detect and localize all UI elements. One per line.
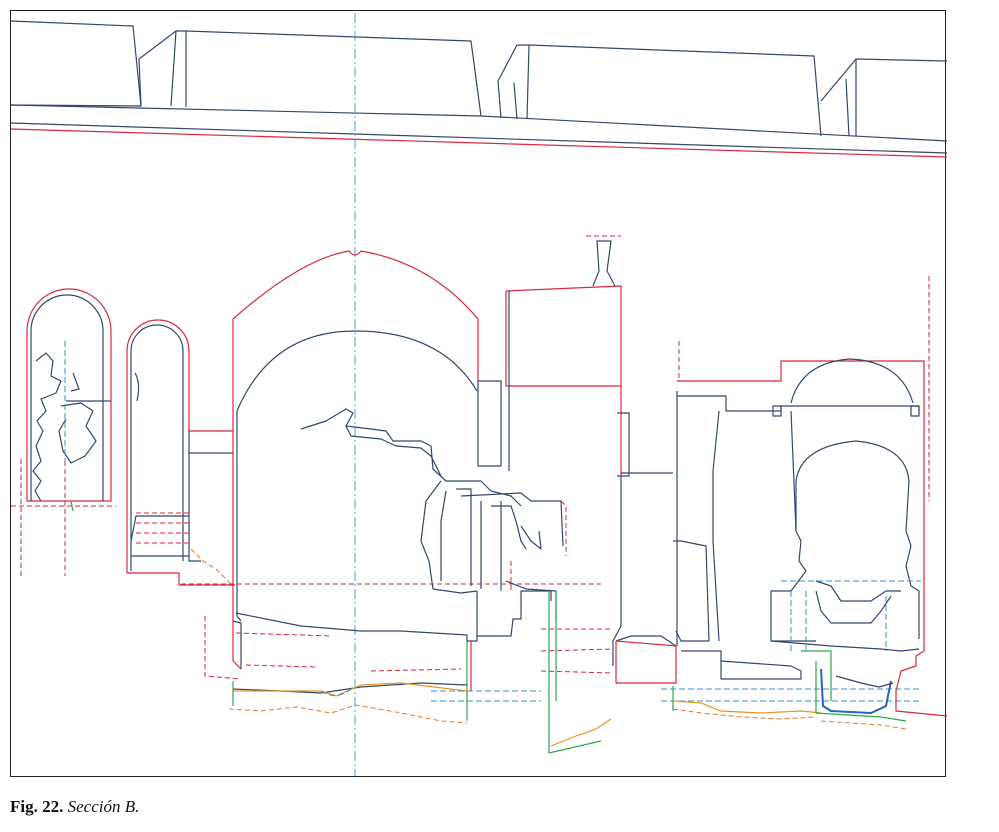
drawing-frame: [10, 10, 947, 777]
tower: [505, 235, 673, 666]
stair-niche: [126, 319, 235, 587]
central-vault: [181, 250, 614, 721]
right-building: [615, 276, 947, 717]
left-niche: [11, 288, 116, 576]
figure-title: Sección B.: [67, 797, 140, 816]
figure-label: Fig. 22.: [10, 797, 64, 816]
roof-block: [11, 20, 947, 158]
section-drawing: [11, 13, 947, 776]
figure-caption: Fig. 22. Sección B.: [10, 797, 139, 817]
